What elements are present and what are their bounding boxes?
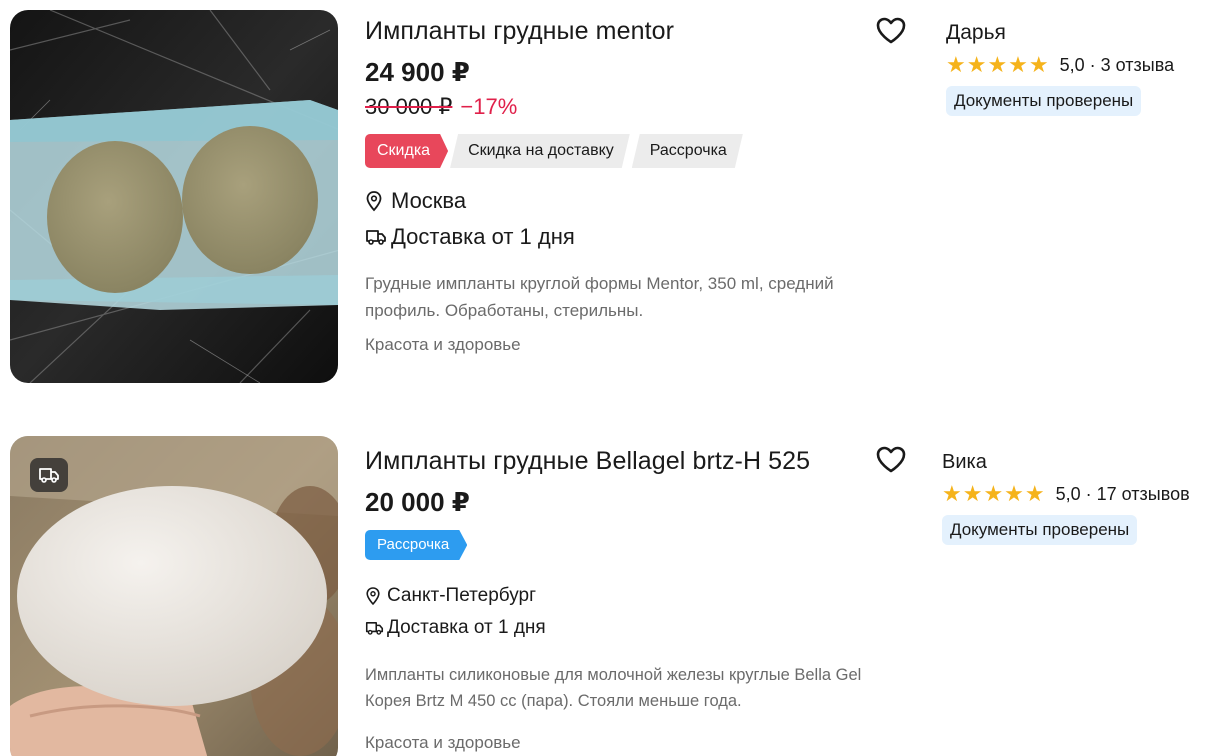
- tag-discount: Скидка: [365, 134, 448, 168]
- listing-card[interactable]: Импланты грудные Bellagel brtz-H 525 20 …: [0, 430, 1224, 756]
- delivery-row: Доставка от 1 дня: [365, 614, 925, 642]
- tags: Скидка Скидка на доставку Рассрочка: [365, 134, 925, 168]
- tag-delivery-discount: Скидка на доставку: [450, 134, 630, 168]
- listing-title[interactable]: Импланты грудные mentor: [365, 14, 925, 48]
- description: Импланты силиконовые для молочной железы…: [365, 662, 925, 714]
- price: 24 900 ₽: [365, 57, 470, 87]
- documents-verified-badge: Документы проверены: [942, 515, 1138, 545]
- price: 20 000 ₽: [365, 487, 470, 517]
- star-rating-icons: ★★★★★: [942, 481, 1046, 506]
- seller-rating[interactable]: ★★★★★ 5,0 · 17 отзывов: [942, 481, 1190, 507]
- listing-info: Импланты грудные mentor 24 900 ₽ 30 000 …: [365, 14, 925, 358]
- location-text: Санкт-Петербург: [387, 585, 537, 606]
- location-pin-icon: [365, 190, 391, 212]
- location-text: Москва: [391, 188, 467, 213]
- heart-icon[interactable]: [874, 14, 908, 48]
- rating-text: 5,0 · 17 отзывов: [1055, 483, 1190, 504]
- tags: Рассрочка: [365, 530, 925, 560]
- delivery-truck-icon: [30, 458, 68, 492]
- documents-verified-badge: Документы проверены: [946, 86, 1142, 116]
- delivery-truck-icon: [365, 620, 387, 636]
- seller-block[interactable]: Вика ★★★★★ 5,0 · 17 отзывов Документы пр…: [942, 447, 1190, 545]
- seller-rating[interactable]: ★★★★★ 5,0 · 3 отзыва: [946, 52, 1174, 78]
- category: Красота и здоровье: [365, 335, 521, 354]
- listing-photo[interactable]: [10, 10, 338, 383]
- location-row: Санкт-Петербург: [365, 582, 925, 610]
- description-line: профиль. Обработаны, стерильны.: [365, 301, 644, 320]
- location-row: Москва: [365, 186, 925, 216]
- tag-installments: Рассрочка: [632, 134, 743, 168]
- star-rating-icons: ★★★★★: [946, 52, 1050, 77]
- old-price-row: 30 000 ₽ −17%: [365, 92, 925, 122]
- delivery-text: Доставка от 1 дня: [387, 617, 546, 638]
- heart-icon[interactable]: [874, 443, 908, 477]
- listing-card[interactable]: Импланты грудные mentor 24 900 ₽ 30 000 …: [0, 0, 1224, 400]
- category: Красота и здоровье: [365, 733, 521, 752]
- delivery-truck-icon: [365, 228, 391, 246]
- implants-photo: [10, 10, 338, 383]
- listing-photo[interactable]: [10, 436, 338, 756]
- tag-installments: Рассрочка: [365, 530, 467, 560]
- delivery-text: Доставка от 1 дня: [391, 224, 575, 249]
- discount-percent: −17%: [460, 94, 518, 119]
- rating-text: 5,0 · 3 отзыва: [1059, 54, 1175, 75]
- seller-block[interactable]: Дарья ★★★★★ 5,0 · 3 отзыва Документы про…: [946, 18, 1174, 116]
- old-price: 30 000 ₽: [365, 94, 453, 119]
- seller-name[interactable]: Вика: [942, 447, 1190, 477]
- seller-name[interactable]: Дарья: [946, 18, 1174, 48]
- description-line: Корея Brtz M 450 cc (пара). Стояли меньш…: [365, 692, 742, 710]
- listing-info: Импланты грудные Bellagel brtz-H 525 20 …: [365, 444, 925, 756]
- location-pin-icon: [365, 586, 387, 606]
- description: Грудные импланты круглой формы Mentor, 3…: [365, 270, 925, 324]
- listing-title[interactable]: Импланты грудные Bellagel brtz-H 525: [365, 444, 925, 478]
- delivery-row: Доставка от 1 дня: [365, 222, 925, 252]
- description-line: Импланты силиконовые для молочной железы…: [365, 666, 862, 684]
- description-line: Грудные импланты круглой формы Mentor, 3…: [365, 274, 834, 293]
